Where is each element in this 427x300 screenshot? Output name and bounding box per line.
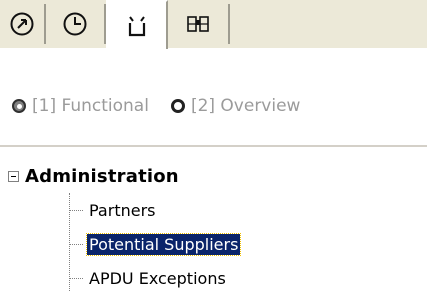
overview-mode-label[interactable]: [2] Overview (191, 96, 301, 116)
binoculars-icon (187, 16, 209, 32)
tab-strip (0, 0, 427, 49)
tree-item-potential-suppliers[interactable]: Potential Suppliers (69, 232, 242, 256)
clock-arrow-icon (10, 12, 34, 36)
collapse-icon[interactable] (8, 171, 19, 182)
tree-item-label[interactable]: Potential Suppliers (85, 232, 242, 256)
tab-recent[interactable] (46, 4, 106, 44)
tree-root-administration[interactable]: Administration (8, 166, 179, 187)
radio-unselected-icon[interactable] (170, 99, 185, 113)
functional-mode-option[interactable]: [1] Functional (12, 96, 149, 116)
tree-root-label[interactable]: Administration (25, 166, 179, 187)
clock-icon (63, 12, 87, 36)
tree-item-label[interactable]: Partners (87, 200, 157, 221)
tray-icon (128, 15, 146, 36)
overview-mode-option[interactable]: [2] Overview (170, 96, 301, 116)
tab-inbox[interactable] (106, 0, 168, 49)
radio-selected-icon[interactable] (12, 99, 26, 113)
tree-item-partners[interactable]: Partners (69, 198, 157, 222)
functional-mode-label[interactable]: [1] Functional (32, 96, 149, 116)
divider (0, 145, 427, 147)
tab-history[interactable] (0, 4, 46, 44)
tree-item-apdu-exceptions[interactable]: APDU Exceptions (69, 266, 228, 290)
tree-item-label[interactable]: APDU Exceptions (87, 268, 228, 289)
view-mode-group: [1] Functional [2] Overview (12, 94, 322, 118)
tab-search[interactable] (168, 4, 230, 44)
